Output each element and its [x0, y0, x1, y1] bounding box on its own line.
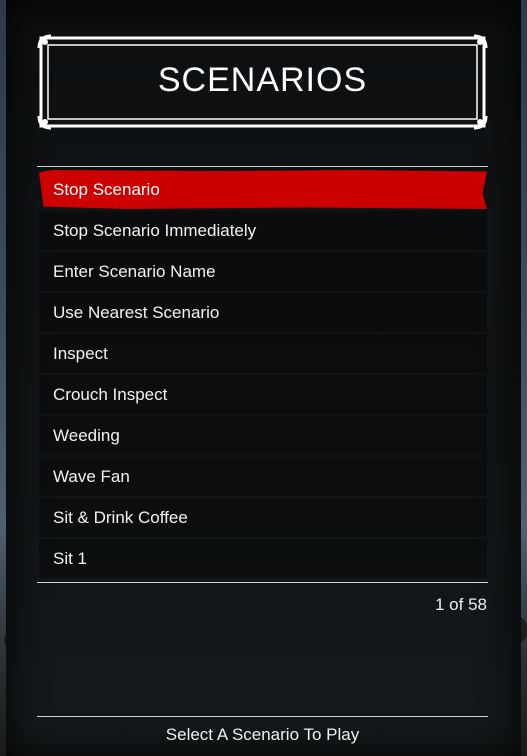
footer-hint: Select A Scenario To Play: [165, 725, 360, 744]
top-divider: [37, 166, 488, 167]
page-title: SCENARIOS: [157, 60, 368, 99]
menu-item-wave-fan[interactable]: Wave Fan: [39, 457, 487, 496]
footer-divider: [37, 716, 488, 717]
bottom-list-divider: [37, 582, 488, 583]
menu-item-use-nearest-scenario[interactable]: Use Nearest Scenario: [39, 293, 487, 332]
menu-item-inspect[interactable]: Inspect: [39, 334, 487, 373]
menu-item-sit-drink-coffee[interactable]: Sit & Drink Coffee: [39, 498, 487, 537]
menu-item-crouch-inspect[interactable]: Crouch Inspect: [39, 375, 487, 414]
menu-item-stop-scenario-immediately[interactable]: Stop Scenario Immediately: [39, 211, 487, 250]
scenario-list: Stop Scenario Stop Scenario Immediately …: [39, 170, 487, 580]
menu-item-label: Wave Fan: [53, 466, 130, 486]
menu-item-label: Sit & Drink Coffee: [53, 507, 188, 527]
menu-item-weeding[interactable]: Weeding: [39, 416, 487, 455]
menu-item-label: Inspect: [53, 343, 108, 363]
menu-item-stop-scenario[interactable]: Stop Scenario: [39, 170, 487, 209]
menu-item-label: Weeding: [53, 425, 120, 445]
menu-item-sit-1[interactable]: Sit 1: [39, 539, 487, 578]
menu-item-label: Stop Scenario Immediately: [53, 220, 257, 240]
menu-item-label: Crouch Inspect: [53, 384, 168, 404]
menu-item-enter-scenario-name[interactable]: Enter Scenario Name: [39, 252, 487, 291]
menu-item-label: Sit 1: [53, 548, 88, 568]
menu-item-label: Enter Scenario Name: [53, 261, 216, 281]
menu-item-label: Stop Scenario: [53, 179, 160, 199]
header-ornate-frame: SCENARIOS: [37, 34, 488, 130]
page-counter: 1 of 58: [435, 595, 487, 614]
menu-item-label: Use Nearest Scenario: [53, 302, 220, 322]
